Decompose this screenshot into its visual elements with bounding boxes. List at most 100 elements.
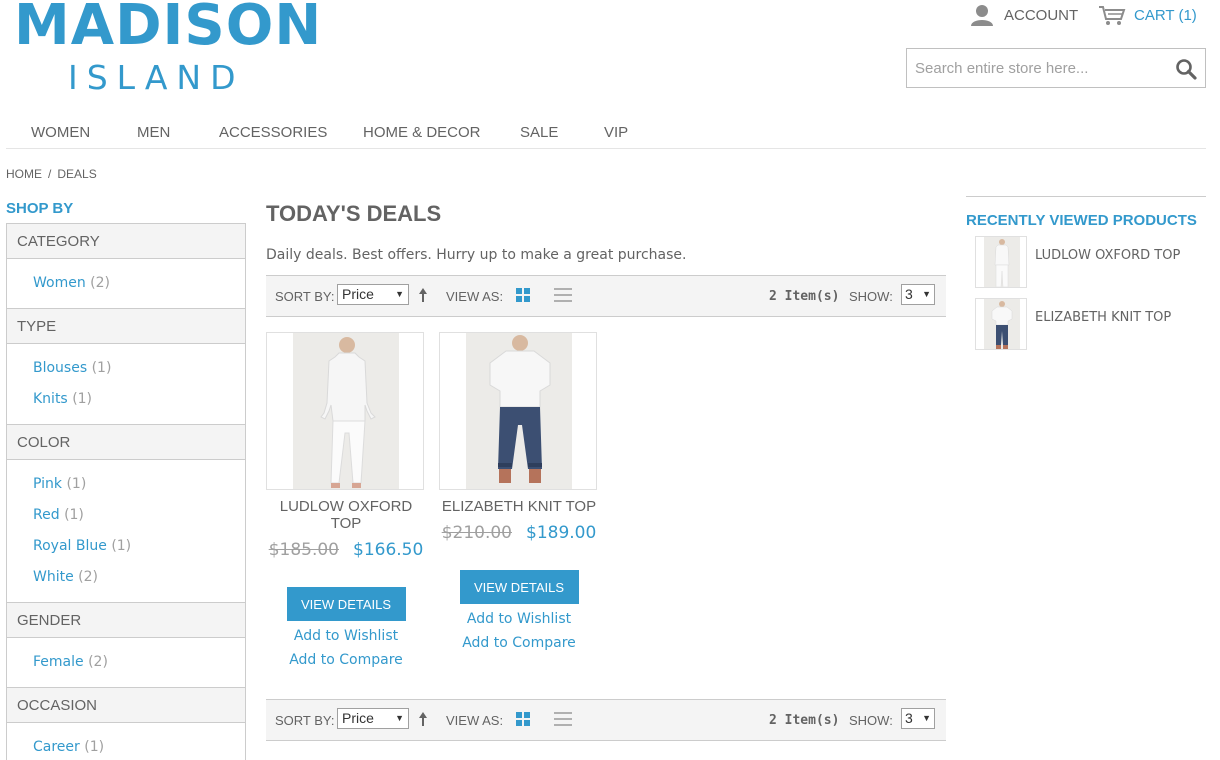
account-label: ACCOUNT xyxy=(1004,6,1079,24)
page-description: Daily deals. Best offers. Hurry up to ma… xyxy=(266,247,687,263)
product-card: LUDLOW OXFORD TOP $185.00 $166.50 VIEW DE… xyxy=(266,332,426,669)
filter-option-label: Career xyxy=(33,739,80,755)
filter-list-type: Blouses (1) Knits (1) xyxy=(7,344,245,425)
list-view-icon[interactable] xyxy=(554,288,572,302)
cart-link[interactable]: CART (1) xyxy=(1098,4,1197,26)
model-thumbnail xyxy=(984,237,1020,287)
filter-option-count: (1) xyxy=(66,476,87,492)
show-limit-select[interactable]: 3 ▼ xyxy=(901,284,935,305)
breadcrumb-home[interactable]: HOME xyxy=(6,167,42,181)
list-view-icon[interactable] xyxy=(554,712,572,726)
filter-option[interactable]: Blouses (1) xyxy=(33,354,245,385)
filter-option-label: Pink xyxy=(33,476,63,492)
filter-list-gender: Female (2) xyxy=(7,638,245,688)
grid-view-icon[interactable] xyxy=(516,712,530,726)
user-icon xyxy=(971,5,993,26)
chevron-down-icon: ▼ xyxy=(395,289,404,299)
chevron-down-icon: ▼ xyxy=(922,713,931,723)
search-box xyxy=(906,48,1206,88)
nav-item-accessories[interactable]: ACCESSORIES xyxy=(219,124,327,141)
arrow-up-icon[interactable] xyxy=(418,288,428,302)
nav-item-sale[interactable]: SALE xyxy=(520,124,558,141)
filter-option-label: White xyxy=(33,569,74,585)
filter-option[interactable]: Pink (1) xyxy=(33,470,245,501)
filter-option-count: (1) xyxy=(64,507,84,523)
sort-by-label: SORT BY: xyxy=(275,713,335,728)
filter-option[interactable]: White (2) xyxy=(33,563,245,594)
filter-option-label: Women xyxy=(33,275,86,291)
filter-option[interactable]: Red (1) xyxy=(33,501,245,532)
filter-option[interactable]: Knits (1) xyxy=(33,385,245,416)
sort-by-value: Price xyxy=(342,710,374,726)
view-as-label: VIEW AS: xyxy=(446,713,504,728)
store-logo[interactable]: MADISON ISLAND xyxy=(14,0,321,97)
old-price: $210.00 xyxy=(441,523,512,543)
nav-item-men[interactable]: MEN xyxy=(137,124,170,141)
filter-heading-occasion: OCCASION xyxy=(7,688,245,723)
product-grid: LUDLOW OXFORD TOP $185.00 $166.50 VIEW DE… xyxy=(266,317,946,699)
view-details-button[interactable]: VIEW DETAILS xyxy=(459,570,579,604)
product-image[interactable] xyxy=(266,332,424,490)
filter-option[interactable]: Women (2) xyxy=(33,269,245,300)
breadcrumb-current: DEALS xyxy=(57,167,97,181)
breadcrumb: HOME / DEALS xyxy=(6,167,97,181)
grid-view-icon[interactable] xyxy=(516,288,530,302)
filter-heading-category: CATEGORY xyxy=(7,224,245,259)
filter-option-count: (2) xyxy=(88,654,108,670)
filter-option-count: (2) xyxy=(78,569,99,585)
page-title: TODAY'S DEALS xyxy=(266,201,442,226)
nav-item-vip[interactable]: VIP xyxy=(604,124,628,141)
search-icon[interactable] xyxy=(1175,58,1197,80)
old-price: $185.00 xyxy=(268,540,339,560)
add-to-wishlist-link[interactable]: Add to Wishlist xyxy=(266,628,426,645)
filter-heading-color: COLOR xyxy=(7,425,245,460)
add-to-compare-link[interactable]: Add to Compare xyxy=(439,635,599,652)
toolbar-top: SORT BY: Price ▼ VIEW AS: 2 Item(s) SHOW:… xyxy=(266,275,946,317)
filter-option-count: (1) xyxy=(111,538,132,554)
shop-by-title: SHOP BY xyxy=(6,200,74,217)
main-nav: WOMEN MEN ACCESSORIES HOME & DECOR SALE … xyxy=(6,116,1206,149)
sort-by-label: SORT BY: xyxy=(275,289,335,304)
filter-option-label: Knits xyxy=(33,391,68,407)
product-name[interactable]: LUDLOW OXFORD TOP xyxy=(266,498,426,532)
recent-item-name[interactable]: ELIZABETH KNIT TOP xyxy=(1035,310,1171,325)
cart-label: CART (1) xyxy=(1134,6,1197,24)
recent-item: ELIZABETH KNIT TOP xyxy=(975,298,1206,350)
logo-sub-text: ISLAND xyxy=(68,58,245,97)
filter-option-label: Female xyxy=(33,654,84,670)
show-limit-select[interactable]: 3 ▼ xyxy=(901,708,935,729)
nav-item-women[interactable]: WOMEN xyxy=(31,124,90,141)
model-photo xyxy=(293,333,399,489)
product-name[interactable]: ELIZABETH KNIT TOP xyxy=(439,498,599,515)
filter-option[interactable]: Career (1) xyxy=(33,733,245,760)
recent-item-thumbnail[interactable] xyxy=(975,298,1027,350)
model-photo xyxy=(466,333,572,489)
sort-by-select[interactable]: Price ▼ xyxy=(337,708,409,729)
product-image[interactable] xyxy=(439,332,597,490)
view-as-label: VIEW AS: xyxy=(446,289,504,304)
show-limit-value: 3 xyxy=(905,286,913,302)
filter-list-color: Pink (1) Red (1) Royal Blue (1) White (2… xyxy=(7,460,245,603)
show-limit-value: 3 xyxy=(905,710,913,726)
recent-item-thumbnail[interactable] xyxy=(975,236,1027,288)
filter-option[interactable]: Female (2) xyxy=(33,648,245,679)
add-to-wishlist-link[interactable]: Add to Wishlist xyxy=(439,611,599,628)
add-to-compare-link[interactable]: Add to Compare xyxy=(266,652,426,669)
filter-option-label: Blouses xyxy=(33,360,88,376)
search-input[interactable] xyxy=(907,49,1205,87)
recent-item-name[interactable]: LUDLOW OXFORD TOP xyxy=(1035,248,1180,263)
filter-heading-gender: GENDER xyxy=(7,603,245,638)
filter-option[interactable]: Royal Blue (1) xyxy=(33,532,245,563)
item-count: 2 Item(s) xyxy=(769,713,840,728)
arrow-up-icon[interactable] xyxy=(418,712,428,726)
chevron-down-icon: ▼ xyxy=(922,289,931,299)
account-link[interactable]: ACCOUNT xyxy=(970,4,1078,26)
sort-by-select[interactable]: Price ▼ xyxy=(337,284,409,305)
nav-item-home-decor[interactable]: HOME & DECOR xyxy=(363,124,481,141)
show-label: SHOW: xyxy=(849,289,893,304)
sort-by-value: Price xyxy=(342,286,374,302)
main-content: TODAY'S DEALS Daily deals. Best offers. … xyxy=(266,198,946,741)
recently-viewed-block: RECENTLY VIEWED PRODUCTS LUDLOW OXFORD T… xyxy=(966,196,1206,360)
show-label: SHOW: xyxy=(849,713,893,728)
view-details-button[interactable]: VIEW DETAILS xyxy=(286,587,406,621)
